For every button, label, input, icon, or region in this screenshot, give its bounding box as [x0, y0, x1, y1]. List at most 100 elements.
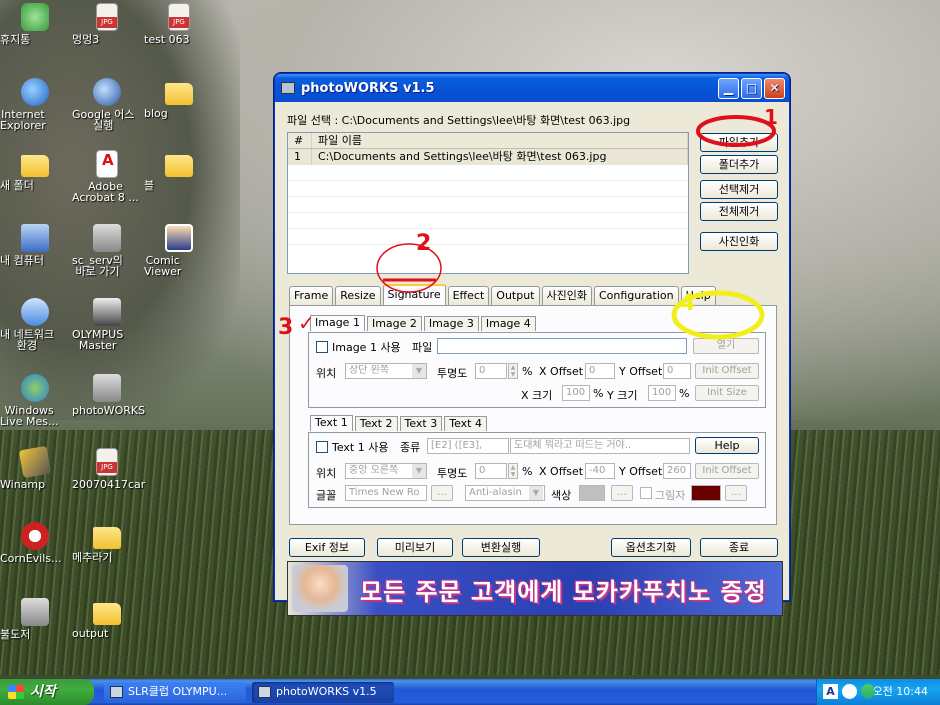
remove-selected-button[interactable]: 선택제거	[700, 180, 778, 199]
window-titlebar[interactable]: photoWORKS v1.5 ▁ □ ✕	[275, 74, 789, 102]
text-x-offset-input[interactable]: -40	[585, 463, 615, 479]
desktop-icon-ie[interactable]: Internet Explorer	[0, 78, 70, 131]
text-x-offset-label: X Offset	[539, 465, 584, 478]
subtab-image-3[interactable]: Image 3	[423, 316, 479, 331]
subtab-image-2[interactable]: Image 2	[366, 316, 422, 331]
tab-output[interactable]: Output	[491, 286, 540, 305]
start-button[interactable]: 시작	[0, 679, 94, 705]
shadow-checkbox[interactable]	[640, 487, 652, 499]
subtab-text-1[interactable]: Text 1	[310, 415, 353, 431]
text-color-swatch[interactable]	[579, 485, 605, 501]
image-file-input[interactable]	[437, 338, 687, 354]
desktop-icon-output[interactable]: output	[72, 598, 142, 639]
file-list[interactable]: # 파일 이름 1 C:\Documents and Settings\lee\…	[287, 132, 689, 274]
text-opacity-input[interactable]: 0	[475, 463, 507, 479]
desktop-icon-acrobat[interactable]: Adobe Acrobat 8 ...	[72, 150, 142, 203]
column-header-filename[interactable]: 파일 이름	[312, 133, 688, 148]
minimize-button[interactable]: ▁	[718, 77, 739, 99]
shadow-color-swatch[interactable]	[691, 485, 721, 501]
image-opacity-input[interactable]: 0	[475, 363, 507, 379]
chevron-down-icon[interactable]: ▼	[412, 364, 426, 378]
image-y-offset-input[interactable]: 0	[663, 363, 691, 379]
language-bar-icon[interactable]	[842, 684, 857, 699]
text-type-select[interactable]: [E2] ([E3],	[427, 438, 509, 454]
text-group: Text 1 사용 종류 [E2] ([E3], 도대체 뭐라고 떠드는 거야.…	[308, 432, 766, 508]
exit-button[interactable]: 종료	[700, 538, 778, 557]
subtab-text-3[interactable]: Text 3	[399, 416, 443, 431]
desktop-icon-my-computer[interactable]: 내 컴퓨터	[0, 224, 70, 266]
reset-options-button[interactable]: 옵션초기화	[611, 538, 691, 557]
desktop-icon-recycle-bin[interactable]: 휴지통	[0, 3, 70, 45]
empty-row	[288, 165, 688, 181]
image-x-offset-input[interactable]: 0	[585, 363, 615, 379]
ad-banner[interactable]: 모든 주문 고객에게 모카카푸치노 증정	[287, 561, 783, 616]
desktop-icon-olympus[interactable]: OLYMPUS Master	[72, 298, 142, 351]
shadow-browse-button[interactable]: ...	[725, 485, 747, 501]
color-browse-button[interactable]: ...	[611, 485, 633, 501]
taskbar-item-photoworks[interactable]: photoWORKS v1.5	[252, 682, 394, 703]
image-use-checkbox[interactable]	[316, 341, 328, 353]
desktop-icon-blog[interactable]: blog	[144, 78, 214, 119]
tab-help[interactable]: Help	[680, 286, 716, 305]
text-use-label: Text 1 사용	[332, 441, 389, 454]
desktop-icon-photoworks[interactable]: photoWORKS	[72, 374, 145, 416]
add-file-button[interactable]: 파일추가	[700, 133, 778, 152]
desktop-icon-network[interactable]: 내 네트워크 환경	[0, 298, 70, 351]
text-help-button[interactable]: Help	[695, 437, 759, 454]
text-init-offset-button[interactable]: Init Offset	[695, 463, 759, 479]
image-init-size-button[interactable]: Init Size	[695, 385, 759, 401]
open-file-button[interactable]: 열기	[693, 338, 759, 354]
desktop-icon-comic-viewer[interactable]: Comic Viewer	[144, 224, 214, 277]
convert-button[interactable]: 변환실행	[462, 538, 540, 557]
close-button[interactable]: ✕	[764, 77, 785, 99]
taskbar-item-browser[interactable]: SLR클럽 OLYMPU...	[104, 682, 246, 703]
tab-effect[interactable]: Effect	[447, 286, 490, 305]
image-y-size-input[interactable]: 100	[648, 385, 676, 401]
text-font-input[interactable]: Times New Ro	[345, 485, 427, 501]
add-folder-button[interactable]: 폴더추가	[700, 155, 778, 174]
desktop-icon-google-earth[interactable]: Google 어스 실행	[72, 78, 142, 131]
desktop-icon-quail[interactable]: 메추라기	[72, 522, 142, 563]
messenger-tray-icon[interactable]	[861, 684, 875, 699]
image-x-size-input[interactable]: 100	[562, 385, 590, 401]
text-use-checkbox[interactable]	[316, 441, 328, 453]
chevron-down-icon[interactable]: ▼	[412, 464, 426, 478]
chevron-down-icon[interactable]: ▼	[529, 486, 543, 500]
tab-configuration[interactable]: Configuration	[593, 286, 679, 305]
desktop-icon-winamp[interactable]: Winamp	[0, 445, 70, 490]
desktop-icon-folder-b[interactable]: 블	[144, 150, 214, 191]
desktop-icon-new-folder[interactable]: 새 폴더	[0, 150, 70, 191]
image-opacity-spinner[interactable]: ▲ ▼	[508, 363, 518, 379]
text-y-offset-input[interactable]: 260	[663, 463, 691, 479]
text-opacity-spinner[interactable]: ▲ ▼	[508, 463, 518, 479]
network-icon	[21, 298, 49, 326]
maximize-button[interactable]: □	[741, 77, 762, 99]
ime-indicator[interactable]: A	[823, 684, 838, 699]
desktop-icon-jpg-1[interactable]: 멍멍3	[72, 3, 142, 45]
desktop-icon-messenger[interactable]: Windows Live Mes...	[0, 374, 70, 427]
column-header-number[interactable]: #	[288, 133, 312, 148]
subtab-text-4[interactable]: Text 4	[444, 416, 487, 431]
tab-resize[interactable]: Resize	[335, 286, 381, 305]
remove-all-button[interactable]: 전체제거	[700, 202, 778, 221]
exif-info-button[interactable]: Exif 정보	[289, 538, 365, 557]
subtab-text-2[interactable]: Text 2	[354, 416, 398, 431]
desktop-icon-cornevils[interactable]: CornEvils...	[0, 522, 70, 564]
subtab-image-4[interactable]: Image 4	[480, 316, 536, 331]
image-init-offset-button[interactable]: Init Offset	[695, 363, 759, 379]
preview-button[interactable]: 미리보기	[377, 538, 453, 557]
desktop-icon-car-doc[interactable]: 20070417car	[72, 448, 145, 490]
desktop-icon-jpg-2[interactable]: test 063	[144, 3, 214, 45]
subtab-image-1[interactable]: Image 1	[310, 315, 365, 331]
tab-frame[interactable]: Frame	[289, 286, 334, 305]
photo-print-button[interactable]: 사진인화	[700, 232, 778, 251]
table-row[interactable]: 1 C:\Documents and Settings\lee\바탕 화면\te…	[288, 149, 688, 165]
clock[interactable]: 오전 10:44	[873, 685, 928, 698]
desktop-icon-sc-serv[interactable]: sc_serv의 바로 가기	[72, 224, 142, 277]
font-browse-button[interactable]: ...	[431, 485, 453, 501]
image-use-label: Image 1 사용	[332, 341, 401, 354]
desktop-icon-bulldozer[interactable]: 불도저	[0, 598, 70, 640]
text-content-input[interactable]: 도대체 뭐라고 떠드는 거야..	[510, 438, 690, 454]
tab-signature[interactable]: Signature	[382, 284, 446, 305]
tab-photo-print[interactable]: 사진인화	[541, 286, 592, 305]
